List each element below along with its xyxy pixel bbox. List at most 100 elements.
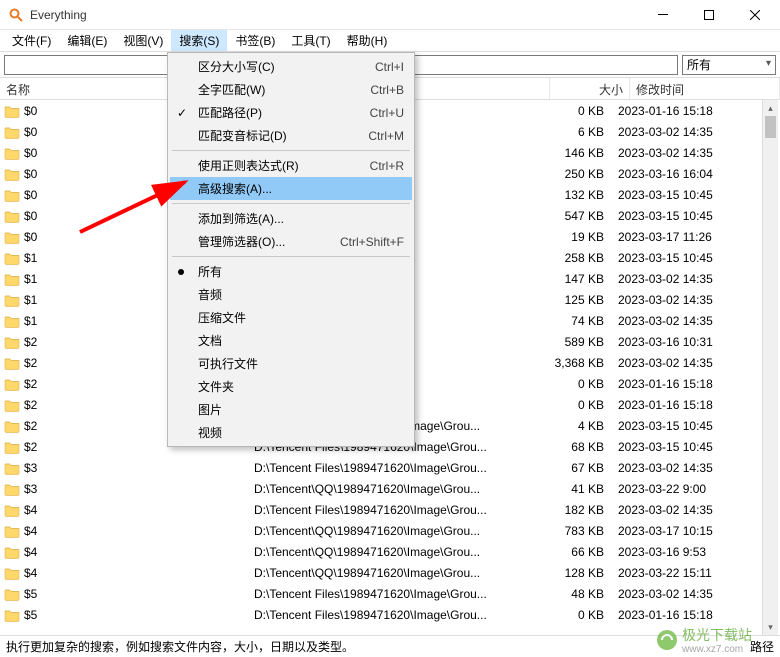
- table-row[interactable]: $3D:\Tencent Files\1989471620\Image\Grou…: [0, 457, 762, 478]
- folder-icon: [4, 608, 20, 622]
- folder-icon: [4, 272, 20, 286]
- cell-path: D:\Tencent\QQ\1989471620\Image\Grou...: [254, 545, 532, 559]
- file-name: $2: [24, 377, 37, 391]
- cell-size: 41 KB: [532, 482, 612, 496]
- minimize-button[interactable]: [640, 0, 686, 30]
- menu-item[interactable]: 可执行文件: [170, 352, 412, 375]
- menu-编辑(E)[interactable]: 编辑(E): [59, 30, 115, 51]
- table-row[interactable]: $5D:\Tencent Files\1989471620\Image\Grou…: [0, 583, 762, 604]
- cell-name: $4: [4, 545, 254, 559]
- check-icon: ✓: [177, 106, 187, 120]
- menu-shortcut: Ctrl+M: [368, 129, 404, 143]
- menu-item-label: 管理筛选器(O)...: [198, 233, 340, 250]
- cell-date: 2023-03-02 14:35: [612, 146, 762, 160]
- menu-item[interactable]: 区分大小写(C)Ctrl+I: [170, 55, 412, 78]
- cell-date: 2023-03-16 9:53: [612, 545, 762, 559]
- menu-item[interactable]: 文档: [170, 329, 412, 352]
- scroll-down-icon[interactable]: ▾: [763, 619, 778, 635]
- menu-工具(T)[interactable]: 工具(T): [283, 30, 338, 51]
- menu-item[interactable]: 添加到筛选(A)...: [170, 207, 412, 230]
- status-bar: 执行更加复杂的搜索，例如搜索文件内容，大小，日期以及类型。 路径: [0, 635, 780, 657]
- cell-path: D:\Tencent\QQ\1989471620\Image\Grou...: [254, 566, 532, 580]
- menu-item[interactable]: 匹配变音标记(D)Ctrl+M: [170, 124, 412, 147]
- menu-搜索(S)[interactable]: 搜索(S): [171, 30, 227, 51]
- file-name: $2: [24, 398, 37, 412]
- cell-path: D:\Tencent\QQ\1989471620\Image\Grou...: [254, 482, 532, 496]
- menu-item[interactable]: 全字匹配(W)Ctrl+B: [170, 78, 412, 101]
- cell-size: 74 KB: [532, 314, 612, 328]
- cell-date: 2023-03-17 10:15: [612, 524, 762, 538]
- folder-icon: [4, 125, 20, 139]
- cell-name: $5: [4, 608, 254, 622]
- folder-icon: [4, 335, 20, 349]
- close-button[interactable]: [732, 0, 778, 30]
- menu-separator: [172, 256, 410, 257]
- menu-item[interactable]: 管理筛选器(O)...Ctrl+Shift+F: [170, 230, 412, 253]
- cell-size: 67 KB: [532, 461, 612, 475]
- table-row[interactable]: $4D:\Tencent Files\1989471620\Image\Grou…: [0, 499, 762, 520]
- maximize-button[interactable]: [686, 0, 732, 30]
- cell-date: 2023-03-02 14:35: [612, 461, 762, 475]
- menu-item-label: 压缩文件: [198, 309, 404, 326]
- cell-path: D:\Tencent Files\1989471620\Image\Grou..…: [254, 503, 532, 517]
- table-row[interactable]: $4D:\Tencent\QQ\1989471620\Image\Grou...…: [0, 541, 762, 562]
- menu-item-label: 匹配变音标记(D): [198, 127, 368, 144]
- file-name: $0: [24, 104, 37, 118]
- filter-dropdown[interactable]: 所有: [682, 55, 776, 75]
- table-row[interactable]: $4 D:\Tencent\QQ\1989471620\Image\Grou...…: [0, 562, 762, 583]
- filter-label: 所有: [687, 56, 711, 73]
- menu-item[interactable]: 所有: [170, 260, 412, 283]
- title-bar: Everything: [0, 0, 780, 30]
- table-row[interactable]: $3D:\Tencent\QQ\1989471620\Image\Grou...…: [0, 478, 762, 499]
- file-name: $2: [24, 356, 37, 370]
- table-row[interactable]: $4D:\Tencent\QQ\1989471620\Image\Grou...…: [0, 520, 762, 541]
- scroll-up-icon[interactable]: ▴: [763, 100, 778, 116]
- file-name: $5: [24, 608, 37, 622]
- file-name: $0: [24, 125, 37, 139]
- file-name: $0: [24, 209, 37, 223]
- column-size[interactable]: 大小: [550, 78, 630, 99]
- cell-date: 2023-03-02 14:35: [612, 272, 762, 286]
- cell-size: 0 KB: [532, 398, 612, 412]
- file-name: $4: [24, 524, 37, 538]
- cell-date: 2023-03-02 14:35: [612, 587, 762, 601]
- menu-item[interactable]: 使用正则表达式(R)Ctrl+R: [170, 154, 412, 177]
- cell-size: 0 KB: [532, 377, 612, 391]
- folder-icon: [4, 440, 20, 454]
- menu-item[interactable]: 音频: [170, 283, 412, 306]
- cell-size: 125 KB: [532, 293, 612, 307]
- column-date[interactable]: 修改时间: [630, 78, 780, 99]
- menu-文件(F)[interactable]: 文件(F): [4, 30, 59, 51]
- menu-帮助(H)[interactable]: 帮助(H): [339, 30, 396, 51]
- cell-name: $3: [4, 461, 254, 475]
- menu-item[interactable]: 高级搜索(A)...: [170, 177, 412, 200]
- scroll-thumb[interactable]: [765, 116, 776, 138]
- cell-date: 2023-03-15 10:45: [612, 251, 762, 265]
- menu-item[interactable]: 文件夹: [170, 375, 412, 398]
- folder-icon: [4, 482, 20, 496]
- vertical-scrollbar[interactable]: ▴ ▾: [762, 100, 778, 635]
- cell-date: 2023-03-02 14:35: [612, 503, 762, 517]
- file-name: $4: [24, 566, 37, 580]
- menu-视图(V)[interactable]: 视图(V): [115, 30, 171, 51]
- menu-item[interactable]: ✓匹配路径(P)Ctrl+U: [170, 101, 412, 124]
- file-name: $1: [24, 293, 37, 307]
- cell-name: $4: [4, 503, 254, 517]
- menu-item[interactable]: 视频: [170, 421, 412, 444]
- menu-item[interactable]: 图片: [170, 398, 412, 421]
- menu-item[interactable]: 压缩文件: [170, 306, 412, 329]
- menu-shortcut: Ctrl+I: [375, 60, 404, 74]
- folder-icon: [4, 209, 20, 223]
- search-menu-dropdown: 区分大小写(C)Ctrl+I全字匹配(W)Ctrl+B✓匹配路径(P)Ctrl+…: [167, 52, 415, 447]
- status-text: 执行更加复杂的搜索，例如搜索文件内容，大小，日期以及类型。: [6, 638, 354, 655]
- cell-size: 66 KB: [532, 545, 612, 559]
- file-name: $2: [24, 419, 37, 433]
- cell-size: 547 KB: [532, 209, 612, 223]
- table-row[interactable]: $5D:\Tencent Files\1989471620\Image\Grou…: [0, 604, 762, 625]
- cell-size: 258 KB: [532, 251, 612, 265]
- cell-date: 2023-01-16 15:18: [612, 104, 762, 118]
- menu-书签(B)[interactable]: 书签(B): [227, 30, 283, 51]
- menu-item-label: 所有: [198, 263, 404, 280]
- menu-item-label: 图片: [198, 401, 404, 418]
- menu-bar: 文件(F)编辑(E)视图(V)搜索(S)书签(B)工具(T)帮助(H): [0, 30, 780, 52]
